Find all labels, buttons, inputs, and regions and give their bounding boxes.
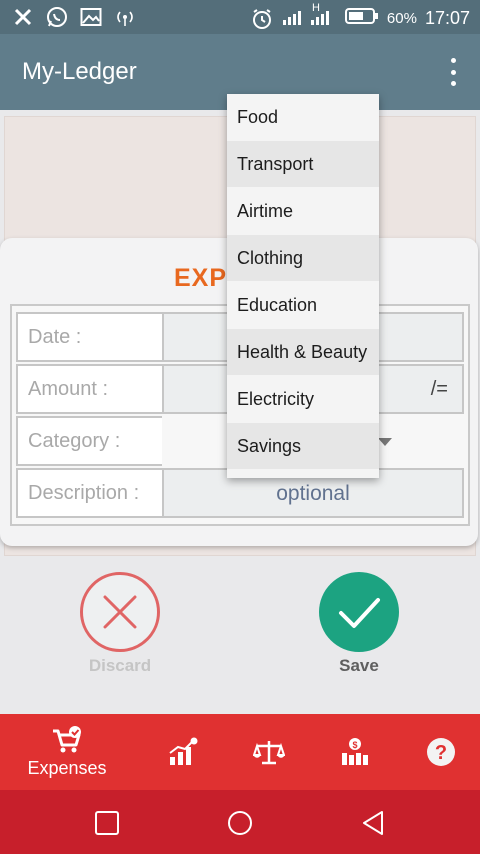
savings-chart-icon: $ — [342, 738, 368, 765]
alarm-icon — [251, 8, 273, 30]
back-button[interactable] — [358, 808, 388, 838]
tab-statistics[interactable] — [160, 714, 206, 790]
overflow-dot-icon — [450, 69, 456, 75]
square-icon — [95, 811, 119, 835]
cart-check-icon — [53, 726, 81, 753]
tab-balance[interactable] — [246, 714, 292, 790]
svg-text:?: ? — [435, 742, 447, 764]
clock: 17:07 — [424, 8, 470, 28]
menu-item-food[interactable]: Food — [227, 94, 379, 140]
signal-icon — [281, 5, 337, 32]
amount-label: Amount : — [16, 364, 164, 414]
status-bar: H 60% 17:07 — [0, 0, 480, 34]
battery-percent: 60% — [386, 10, 417, 27]
gallery-icon — [80, 6, 102, 28]
recents-button[interactable] — [92, 808, 122, 838]
dropdown-arrow-icon — [378, 438, 392, 446]
menu-item-electricity[interactable]: Electricity — [227, 376, 379, 422]
discard-label: Discard — [88, 656, 152, 675]
menu-item-health-beauty[interactable]: Health & Beauty — [227, 329, 379, 375]
balance-scale-icon — [253, 741, 285, 765]
circle-icon — [228, 811, 252, 835]
discard-button[interactable] — [80, 572, 160, 652]
menu-item-education[interactable]: Education — [227, 282, 379, 328]
menu-item-transport[interactable]: Transport — [227, 141, 379, 187]
checkmark-icon — [339, 598, 380, 628]
network-type-letter: H — [312, 2, 320, 14]
hotspot-icon — [114, 6, 136, 28]
overflow-dot-icon — [450, 81, 456, 86]
home-button[interactable] — [225, 808, 255, 838]
bar-chart-icon — [169, 737, 198, 765]
menu-item-clothing[interactable]: Clothing — [227, 235, 379, 281]
close-icon — [103, 595, 137, 629]
menu-item-airtime[interactable]: Airtime — [227, 188, 379, 234]
back-triangle-icon — [363, 811, 383, 835]
menu-item-savings[interactable]: Savings — [227, 423, 379, 469]
description-placeholder: optional — [276, 482, 350, 505]
overflow-menu-button[interactable] — [446, 58, 460, 86]
category-menu: Food Transport Airtime Clothing Educatio… — [227, 94, 379, 478]
category-label: Category : — [16, 416, 164, 466]
x-app-icon — [12, 6, 34, 28]
save-button[interactable] — [319, 572, 399, 652]
date-label: Date : — [16, 312, 164, 362]
amount-suffix: /= — [430, 378, 448, 400]
tab-expenses-label: Expenses — [27, 758, 107, 778]
tab-savings[interactable]: $ — [332, 714, 378, 790]
app-title: My-Ledger — [22, 58, 137, 85]
save-label: Save — [339, 656, 379, 675]
bottom-tab-bar: Expenses $ ? — [0, 714, 480, 790]
whatsapp-icon — [46, 6, 68, 28]
description-label: Description : — [16, 468, 164, 518]
svg-text:$: $ — [352, 740, 357, 750]
overflow-dot-icon — [450, 58, 456, 63]
battery-icon — [344, 7, 379, 30]
help-icon: ? — [427, 738, 455, 766]
tab-help[interactable]: ? — [418, 714, 464, 790]
tab-expenses[interactable]: Expenses — [14, 714, 120, 790]
system-nav-bar — [0, 790, 480, 854]
